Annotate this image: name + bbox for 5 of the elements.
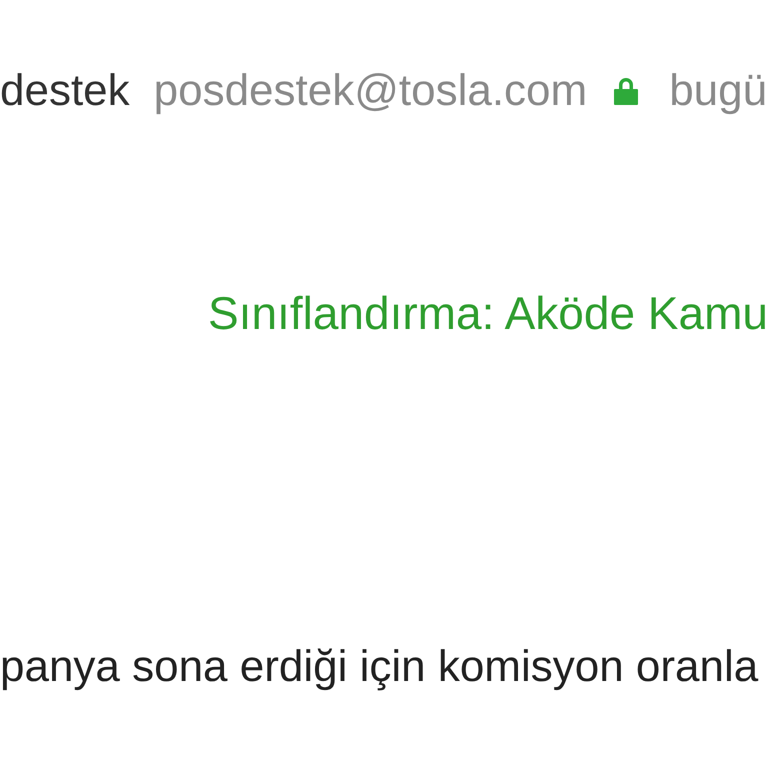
sender-email: posdestek@tosla.com [154, 65, 588, 117]
sender-name: destek [0, 65, 130, 117]
classification-label: Sınıflandırma: Aköde Kamu [208, 286, 768, 341]
date-text: bugü [669, 65, 768, 117]
message-text: panya sona erdiği için komisyon oranla [0, 641, 758, 693]
